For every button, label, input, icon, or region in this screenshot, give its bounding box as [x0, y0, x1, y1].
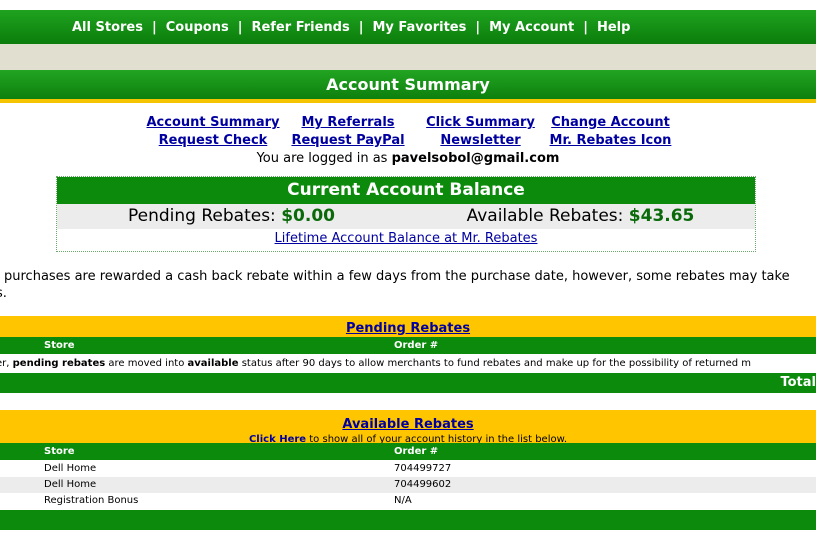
link-newsletter[interactable]: Newsletter [413, 132, 548, 150]
row-order: 704499727 [394, 463, 452, 474]
lifetime-balance-row: Lifetime Account Balance at Mr. Rebates [57, 229, 755, 249]
nav-coupons[interactable]: Coupons [166, 20, 229, 35]
login-status: You are logged in as pavelsobol@gmail.co… [0, 150, 816, 168]
login-prefix: You are logged in as [256, 151, 388, 166]
available-table-header: Store Order # [0, 443, 816, 460]
top-nav: All Stores | Coupons | Refer Friends | M… [0, 10, 816, 44]
account-balance-box: Current Account Balance Pending Rebates:… [56, 176, 756, 252]
link-request-check[interactable]: Request Check [143, 132, 283, 150]
pending-note: er, pending rebates are moved into avail… [0, 356, 812, 372]
grey-spacer-bar [0, 44, 816, 70]
pending-note-suffix: status after 90 days to allow merchants … [241, 358, 752, 369]
nav-separator: | [475, 19, 481, 35]
account-links: Account Summary My Referrals Click Summa… [0, 114, 816, 168]
lifetime-balance-link[interactable]: Lifetime Account Balance at Mr. Rebates [275, 231, 538, 246]
nav-refer-friends[interactable]: Refer Friends [251, 20, 349, 35]
link-click-summary[interactable]: Click Summary [413, 114, 548, 132]
pending-total-bar: Total [0, 373, 816, 393]
nav-separator: | [583, 19, 588, 35]
nav-help[interactable]: Help [597, 20, 630, 35]
available-balance-value: $43.65 [628, 206, 695, 226]
table-row: Dell Home 704499602 [0, 477, 816, 493]
page-title: Account Summary [0, 70, 816, 99]
table-row: Dell Home 704499727 [0, 461, 816, 477]
balance-values: Pending Rebates: $0.00 Available Rebates… [57, 204, 755, 229]
pending-note-bold-pending: pending rebates [12, 358, 106, 369]
login-email: pavelsobol@gmail.com [391, 151, 560, 166]
intro-line-2: es. [0, 286, 7, 301]
pending-balance-value: $0.00 [281, 206, 335, 226]
available-col-store: Store [44, 446, 75, 457]
nav-my-favorites[interactable]: My Favorites [372, 20, 466, 35]
available-col-order: Order # [394, 446, 439, 457]
pending-table-header: Store Order # [0, 337, 816, 354]
available-rebates-title[interactable]: Available Rebates [342, 417, 473, 432]
nav-separator: | [151, 19, 157, 35]
available-balance: Available Rebates: $43.65 [406, 204, 755, 229]
pending-note-mid: are moved into [108, 358, 185, 369]
pending-note-prefix: er, [0, 358, 10, 369]
pending-col-store: Store [44, 340, 75, 351]
balance-header: Current Account Balance [57, 177, 755, 204]
link-mr-rebates-icon[interactable]: Mr. Rebates Icon [548, 132, 673, 150]
available-footer-bar [0, 510, 816, 530]
row-store: Registration Bonus [44, 495, 139, 506]
nav-my-account[interactable]: My Account [489, 20, 574, 35]
intro-line-1: st purchases are rewarded a cash back re… [0, 269, 790, 284]
link-my-referrals[interactable]: My Referrals [283, 114, 413, 132]
rebate-intro-text: st purchases are rewarded a cash back re… [0, 268, 816, 302]
pending-balance-label: Pending Rebates: [128, 206, 276, 226]
available-balance-label: Available Rebates: [466, 206, 624, 226]
nav-all-stores[interactable]: All Stores [72, 20, 143, 35]
row-order: N/A [394, 495, 412, 506]
row-store: Dell Home [44, 479, 97, 490]
link-request-paypal[interactable]: Request PayPal [283, 132, 413, 150]
pending-balance: Pending Rebates: $0.00 [57, 204, 406, 229]
table-row: Registration Bonus N/A [0, 493, 816, 509]
pending-rebates-header: Pending Rebates [0, 316, 816, 337]
pending-col-order: Order # [394, 340, 439, 351]
title-underline [0, 99, 816, 103]
row-store: Dell Home [44, 463, 97, 474]
link-change-account[interactable]: Change Account [548, 114, 673, 132]
nav-separator: | [358, 19, 364, 35]
link-account-summary[interactable]: Account Summary [143, 114, 283, 132]
pending-note-bold-available: available [187, 358, 239, 369]
nav-separator: | [237, 19, 243, 35]
pending-rebates-title[interactable]: Pending Rebates [346, 321, 470, 336]
pending-total-label: Total [780, 375, 816, 390]
account-links-row-2: Request Check Request PayPal Newsletter … [0, 132, 816, 150]
available-rebates-header: Available Rebates Click Here to show all… [0, 410, 816, 445]
row-order: 704499602 [394, 479, 452, 490]
account-links-row-1: Account Summary My Referrals Click Summa… [0, 114, 816, 132]
